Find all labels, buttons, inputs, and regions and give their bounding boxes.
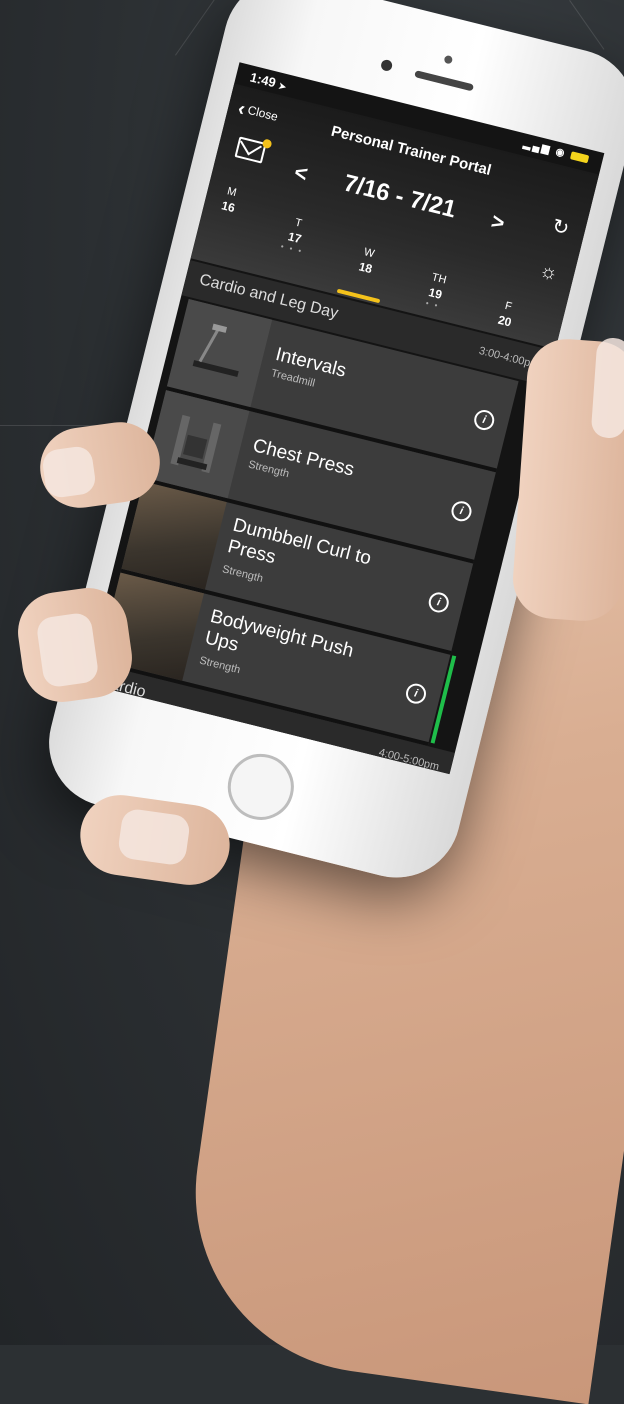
section-time: 4:00-5:00pm (377, 746, 441, 774)
exercise-type: Strength (198, 654, 242, 677)
home-button[interactable] (220, 746, 301, 827)
speaker (414, 70, 475, 92)
fingernail (590, 336, 624, 440)
info-icon[interactable]: i (449, 499, 474, 524)
day-tab-wed[interactable]: W 18 (344, 243, 390, 280)
fingernail (35, 611, 100, 689)
chest-press-machine-icon (170, 414, 222, 474)
treadmill-icon (192, 323, 239, 378)
front-camera (379, 58, 394, 73)
active-indicator (430, 655, 457, 744)
sensor (443, 54, 454, 65)
info-icon[interactable]: i (403, 681, 429, 706)
info-icon[interactable]: i (472, 407, 497, 433)
fingernail (40, 444, 98, 500)
fingernail (116, 807, 192, 867)
info-icon[interactable]: i (426, 590, 451, 615)
exercise-thumbnail (144, 390, 250, 499)
exercise-thumbnail (166, 298, 273, 408)
battery-icon (569, 151, 590, 164)
day-tab-fri[interactable]: F 20 (484, 296, 530, 333)
exercise-type: Strength (220, 563, 265, 586)
day-tab-tue[interactable]: T 17 • • • (271, 213, 319, 259)
day-tab-thu[interactable]: TH 19 • • (412, 268, 460, 314)
day-tab-mon[interactable]: M 16 (207, 182, 253, 219)
